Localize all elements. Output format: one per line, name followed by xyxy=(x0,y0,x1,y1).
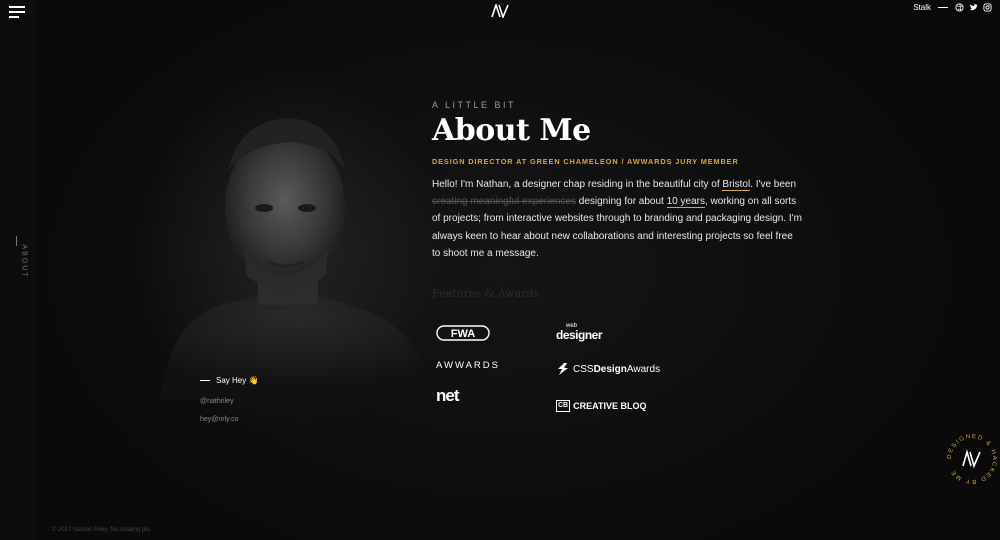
bio-text-3: designing for about xyxy=(575,196,667,208)
designed-by-me-badge[interactable]: DESIGNED & HACKED BY ME xyxy=(945,432,999,486)
bio-text-2: . I've been xyxy=(750,179,797,190)
role-subtitle: DESIGN DIRECTOR AT GREEN CHAMELEON / AWW… xyxy=(432,157,739,166)
footer-copyright: © 2017 Nathan Riley. No stealing pls. xyxy=(52,527,152,533)
side-divider xyxy=(16,236,17,246)
cssda-light: CSS xyxy=(573,363,594,375)
email-link[interactable]: hey@nrly.co xyxy=(200,416,258,423)
contact-block: Say Hey 👋 @nathriley hey@nrly.co xyxy=(200,376,258,423)
stalk-label: Stalk xyxy=(913,3,931,12)
stalk-divider xyxy=(938,7,948,8)
side-section-label: ABOUT xyxy=(20,244,28,279)
creativebloq-logo[interactable]: CB CREATIVE BLOQ xyxy=(556,400,646,412)
menu-icon[interactable] xyxy=(9,6,25,18)
portrait-photo xyxy=(160,118,435,400)
fwa-logo[interactable]: FWA xyxy=(436,324,490,342)
page-title: About Me xyxy=(432,113,591,148)
creativebloq-mark: CB xyxy=(556,400,571,412)
awards-logos: FWA AWWARDS net web designer CSSDesignAw… xyxy=(432,322,712,424)
years-link[interactable]: 10 years xyxy=(666,196,705,209)
cssda-bold: Design xyxy=(593,363,627,375)
creativebloq-text: CREATIVE BLOQ xyxy=(573,401,647,411)
dribbble-icon[interactable] xyxy=(955,3,964,12)
webdesigner-big: designer xyxy=(556,328,603,342)
badge-logo-icon xyxy=(962,449,981,469)
twitter-handle-link[interactable]: @nathriley xyxy=(200,398,258,405)
features-heading: Features & Awards xyxy=(432,287,540,301)
webdesigner-logo[interactable]: web designer xyxy=(556,322,603,342)
left-rail: ABOUT xyxy=(0,0,34,540)
bio-text-1: Hello! I'm Nathan, a designer chap resid… xyxy=(432,179,723,190)
bio-paragraph: Hello! I'm Nathan, a designer chap resid… xyxy=(432,176,802,262)
instagram-icon[interactable] xyxy=(983,3,992,12)
net-logo[interactable]: net xyxy=(436,386,459,406)
header-social: Stalk xyxy=(913,3,992,12)
about-section: A LITTLE BIT About Me DESIGN DIRECTOR AT… xyxy=(432,100,802,412)
bristol-link[interactable]: Bristol xyxy=(722,179,751,191)
say-hey-label: Say Hey 👋 xyxy=(216,376,259,385)
say-hey-line xyxy=(200,380,210,381)
cssda-tail: Awards xyxy=(626,363,661,375)
say-hey-link[interactable]: Say Hey 👋 xyxy=(200,376,258,385)
svg-text:FWA: FWA xyxy=(451,328,475,340)
site-logo-icon[interactable] xyxy=(491,4,509,18)
cssda-logo[interactable]: CSSDesignAwards xyxy=(556,362,660,376)
twitter-icon[interactable] xyxy=(969,3,978,12)
bio-strikethrough: creating meaningful experiences xyxy=(432,196,576,208)
awwards-logo[interactable]: AWWARDS xyxy=(436,360,500,371)
cssda-mark-icon xyxy=(558,363,568,375)
eyebrow-text: A LITTLE BIT xyxy=(432,100,517,110)
